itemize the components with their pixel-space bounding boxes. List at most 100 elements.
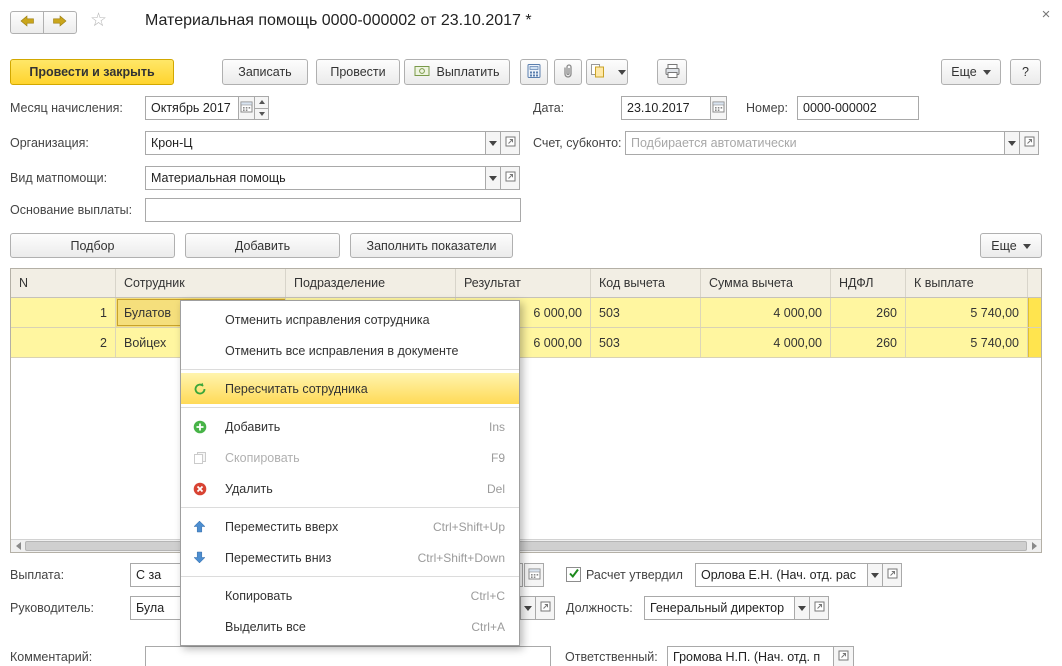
col-header-department[interactable]: Подразделение [286,269,456,297]
pay-label: Выплатить [436,65,500,79]
scroll-right-button[interactable] [1028,540,1041,552]
close-icon[interactable]: × [1036,4,1056,24]
menu-item-shortcut: F9 [490,450,505,465]
col-header-employee[interactable]: Сотрудник [116,269,286,297]
col-header-n[interactable]: N [11,269,116,297]
position-open-button[interactable] [809,596,829,620]
date-field[interactable]: 23.10.2017 [621,96,711,120]
help-button[interactable]: ? [1010,59,1041,85]
menu-item-add[interactable]: Добавить Ins [181,411,519,442]
write-button[interactable]: Записать [222,59,308,85]
cell-ndfl[interactable]: 260 [831,328,906,357]
account-dropdown-button[interactable] [1004,131,1020,155]
organization-open-button[interactable] [500,131,520,155]
approved-by-dropdown-button[interactable] [867,563,883,587]
month-field[interactable]: Октябрь 2017 [145,96,239,120]
position-dropdown-button[interactable] [794,596,810,620]
scrollbar-thumb[interactable] [25,541,1027,551]
menu-item-move-down[interactable]: Переместить вниз Ctrl+Shift+Down [181,542,519,573]
cell-payout[interactable]: 5 740,00 [906,298,1028,327]
table-row[interactable]: 1 Булатов 6 000,00 503 4 000,00 260 5 74… [11,298,1041,328]
approved-by-field[interactable]: Орлова Е.Н. (Нач. отд. рас [695,563,868,587]
table-more-button[interactable]: Еще [980,233,1042,258]
month-stepper[interactable] [254,96,269,120]
cell-deduction-sum[interactable]: 4 000,00 [701,298,831,327]
organization-label: Организация: [10,136,89,150]
menu-item-label: Отменить все исправления в документе [225,343,459,358]
col-header-deduction-code[interactable]: Код вычета [591,269,701,297]
cell-deduction-code[interactable]: 503 [591,328,701,357]
scroll-left-button[interactable] [11,540,24,552]
menu-item-shortcut: Ctrl+Shift+Up [432,519,505,534]
table-row[interactable]: 2 Войцех 6 000,00 503 4 000,00 260 5 740… [11,328,1041,358]
menu-item-select-all[interactable]: Выделить все Ctrl+A [181,611,519,642]
responsible-open-button[interactable] [833,646,854,666]
number-field[interactable]: 0000-000002 [797,96,919,120]
cell-ndfl[interactable]: 260 [831,298,906,327]
arrow-right-icon [52,15,68,30]
attachments-button[interactable] [554,59,582,85]
col-header-deduction-sum[interactable]: Сумма вычета [701,269,831,297]
pay-button[interactable]: Выплатить [404,59,510,85]
more-button[interactable]: Еще [941,59,1001,85]
account-field[interactable]: Подбирается автоматически [625,131,1005,155]
print-button[interactable] [657,59,687,85]
position-label: Должность: [566,601,633,615]
aid-type-open-button[interactable] [500,166,520,190]
approved-by-open-button[interactable] [882,563,902,587]
chevron-down-icon [617,70,626,79]
cell-deduction-code[interactable]: 503 [591,298,701,327]
manager-label: Руководитель: [10,601,95,615]
stepper-up-button[interactable] [254,96,269,109]
organization-dropdown-button[interactable] [485,131,501,155]
table-header-row: N Сотрудник Подразделение Результат Код … [11,269,1041,298]
pick-button[interactable]: Подбор [10,233,175,258]
nav-forward-button[interactable] [43,11,77,34]
aid-type-dropdown-button[interactable] [485,166,501,190]
position-field[interactable]: Генеральный директор [644,596,795,620]
month-calendar-button[interactable] [238,96,255,120]
menu-item-label: Удалить [225,481,273,496]
menu-item-delete[interactable]: Удалить Del [181,473,519,504]
fill-indicators-button[interactable]: Заполнить показатели [350,233,513,258]
triangle-down-icon [258,111,265,119]
col-header-payout[interactable]: К выплате [906,269,1028,297]
manager-dropdown-button[interactable] [520,596,536,620]
col-header-result[interactable]: Результат [456,269,591,297]
basis-field[interactable] [145,198,521,222]
pick-label: Подбор [70,238,115,253]
calculator-button[interactable] [520,59,548,85]
post-and-close-button[interactable]: Провести и закрыть [10,59,174,85]
menu-item-cancel-all-fixes[interactable]: Отменить все исправления в документе [181,335,519,366]
menu-item-move-up[interactable]: Переместить вверх Ctrl+Shift+Up [181,511,519,542]
menu-item-copy-clipboard[interactable]: Копировать Ctrl+C [181,580,519,611]
add-row-button[interactable]: Добавить [185,233,340,258]
comment-field[interactable] [145,646,551,666]
payment-calendar-button[interactable] [524,563,544,587]
responsible-field[interactable]: Громова Н.П. (Нач. отд. п [667,646,834,666]
horizontal-scrollbar[interactable] [11,539,1041,552]
cell-payout[interactable]: 5 740,00 [906,328,1028,357]
comment-label: Комментарий: [10,650,93,664]
post-button[interactable]: Провести [316,59,400,85]
aid-type-field[interactable]: Материальная помощь [145,166,486,190]
cell-n[interactable]: 1 [11,298,116,327]
date-calendar-button[interactable] [710,96,727,120]
month-label: Месяц начисления: [10,101,123,115]
scroll-corner [1028,269,1041,297]
menu-item-cancel-employee-fixes[interactable]: Отменить исправления сотрудника [181,304,519,335]
manager-open-button[interactable] [535,596,555,620]
write-label: Записать [238,65,292,79]
nav-back-button[interactable] [10,11,44,34]
organization-field[interactable]: Крон-Ц [145,131,486,155]
stepper-down-button[interactable] [254,108,269,120]
menu-item-recalculate-employee[interactable]: Пересчитать сотрудника [181,373,519,404]
cell-n[interactable]: 2 [11,328,116,357]
create-based-on-button[interactable] [586,59,628,85]
calc-approved-checkbox[interactable] [566,567,581,582]
calc-approved-label[interactable]: Расчет утвердил [586,568,683,582]
col-header-ndfl[interactable]: НДФЛ [831,269,906,297]
favorite-star-icon[interactable]: ☆ [90,9,107,32]
cell-deduction-sum[interactable]: 4 000,00 [701,328,831,357]
account-open-button[interactable] [1019,131,1039,155]
